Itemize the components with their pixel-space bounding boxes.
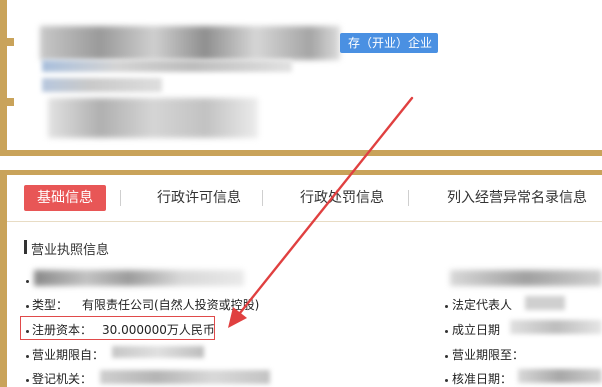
- annotation-arrow-icon: [228, 96, 414, 328]
